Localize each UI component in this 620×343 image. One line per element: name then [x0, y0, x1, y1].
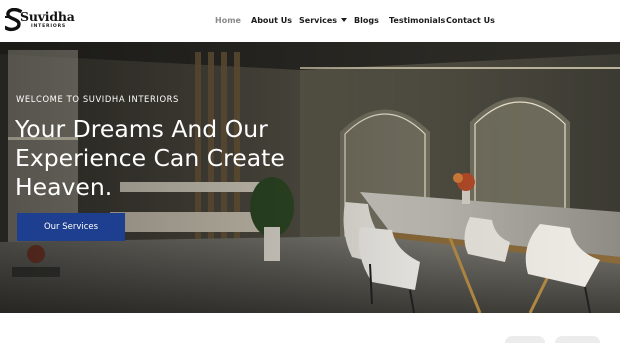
hero-headline: Your Dreams And Our Experience Can Creat…	[15, 115, 285, 201]
site-header: Suvidha INTERIORS Home About Us Services…	[0, 0, 620, 42]
nav-blogs[interactable]: Blogs	[354, 14, 379, 28]
decorative-shape	[505, 336, 545, 343]
nav-services[interactable]: Services	[299, 14, 348, 28]
chevron-down-icon	[341, 18, 348, 22]
nav-testimonials[interactable]: Testimonials	[389, 14, 445, 28]
brand-name: Suvidha	[20, 9, 75, 24]
hero-eyebrow: WELCOME TO SUVIDHA INTERIORS	[16, 94, 179, 104]
nav-contact-us[interactable]: Contact Us	[446, 14, 495, 28]
hero-section: WELCOME TO SUVIDHA INTERIORS Your Dreams…	[0, 42, 620, 313]
nav-home[interactable]: Home	[215, 14, 241, 28]
brand-tagline: INTERIORS	[31, 24, 67, 29]
nav-about-us[interactable]: About Us	[251, 14, 292, 28]
brand-logo[interactable]: Suvidha INTERIORS	[5, 8, 85, 34]
decorative-shape	[555, 336, 600, 343]
nav-services-label: Services	[299, 16, 338, 25]
our-services-button[interactable]: Our Services	[17, 213, 125, 241]
